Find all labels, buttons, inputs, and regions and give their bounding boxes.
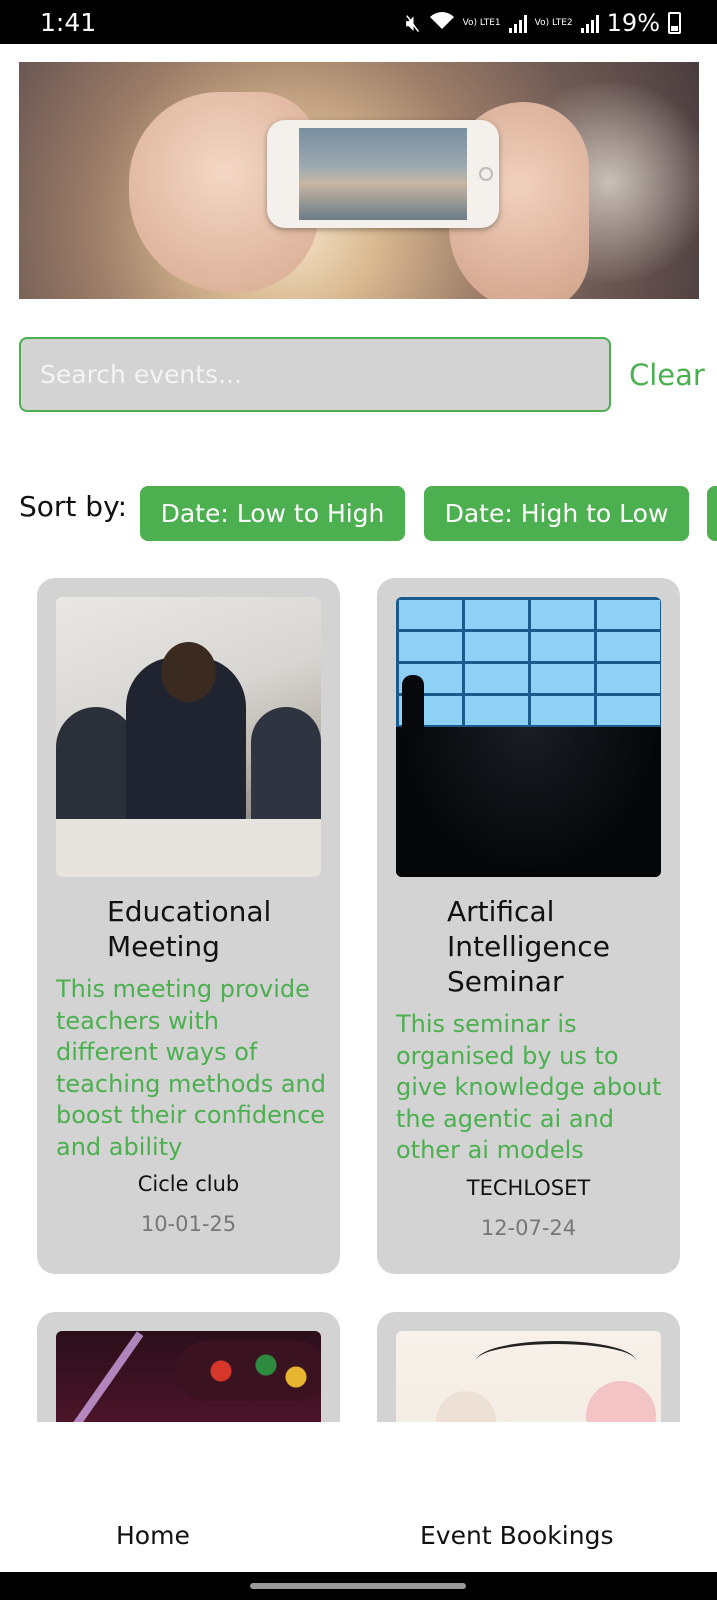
event-description: This meeting provide teachers with diffe…: [56, 975, 326, 1161]
event-image: [396, 1331, 661, 1422]
battery-percent: 19%: [606, 9, 660, 37]
event-date: 12-07-24: [480, 1216, 577, 1240]
sort-label: Sort by:: [19, 490, 128, 523]
signal-1-icon: [508, 13, 527, 33]
event-image: [56, 1331, 321, 1422]
home-gesture-handle[interactable]: [250, 1583, 466, 1589]
event-date: 10-01-25: [140, 1212, 237, 1236]
event-card[interactable]: Artifical Intelligence Seminar This semi…: [377, 578, 680, 1274]
sort-more-button[interactable]: [707, 486, 717, 541]
status-time: 1:41: [40, 8, 97, 37]
status-icons: 🔇︎ Vo) LTE1 Vo) LTE2 19%: [405, 9, 681, 37]
battery-icon: [668, 12, 681, 34]
clear-button[interactable]: Clear: [629, 358, 705, 392]
event-image: [396, 597, 661, 877]
status-bar: 1:41 🔇︎ Vo) LTE1 Vo) LTE2 19%: [0, 0, 717, 44]
event-card[interactable]: [377, 1312, 680, 1422]
signal-2-icon: [580, 13, 599, 33]
event-grid[interactable]: Educational Meeting This meeting provide…: [0, 560, 717, 1422]
event-title: Artifical Intelligence Seminar: [447, 895, 610, 998]
event-card[interactable]: Educational Meeting This meeting provide…: [37, 578, 340, 1274]
hero-banner-image: [19, 62, 699, 299]
nav-event-bookings-tab[interactable]: Event Bookings: [420, 1521, 613, 1550]
nav-home-tab[interactable]: Home: [116, 1521, 190, 1550]
event-card[interactable]: [37, 1312, 340, 1422]
phone-illustration: [267, 120, 499, 228]
sim1-label: Vo) LTE1: [462, 17, 501, 28]
event-description: This seminar is organised by us to give …: [396, 1010, 662, 1164]
search-input[interactable]: [21, 339, 609, 410]
system-navigation-bar: [0, 1572, 717, 1600]
wifi-icon: [429, 9, 455, 37]
event-organizer: Cicle club: [137, 1172, 240, 1196]
sim2-label: Vo) LTE2: [534, 17, 573, 28]
event-organizer: TECHLOSET: [466, 1176, 591, 1200]
search-field[interactable]: [19, 337, 611, 412]
sort-date-desc-button[interactable]: Date: High to Low: [424, 486, 689, 541]
event-title: Educational Meeting: [107, 895, 272, 963]
event-image: [56, 597, 321, 877]
phone-screen: [299, 128, 467, 220]
mute-icon: 🔇︎: [405, 9, 421, 37]
sort-date-asc-button[interactable]: Date: Low to High: [140, 486, 405, 541]
camera-shutter-icon: [479, 167, 493, 181]
